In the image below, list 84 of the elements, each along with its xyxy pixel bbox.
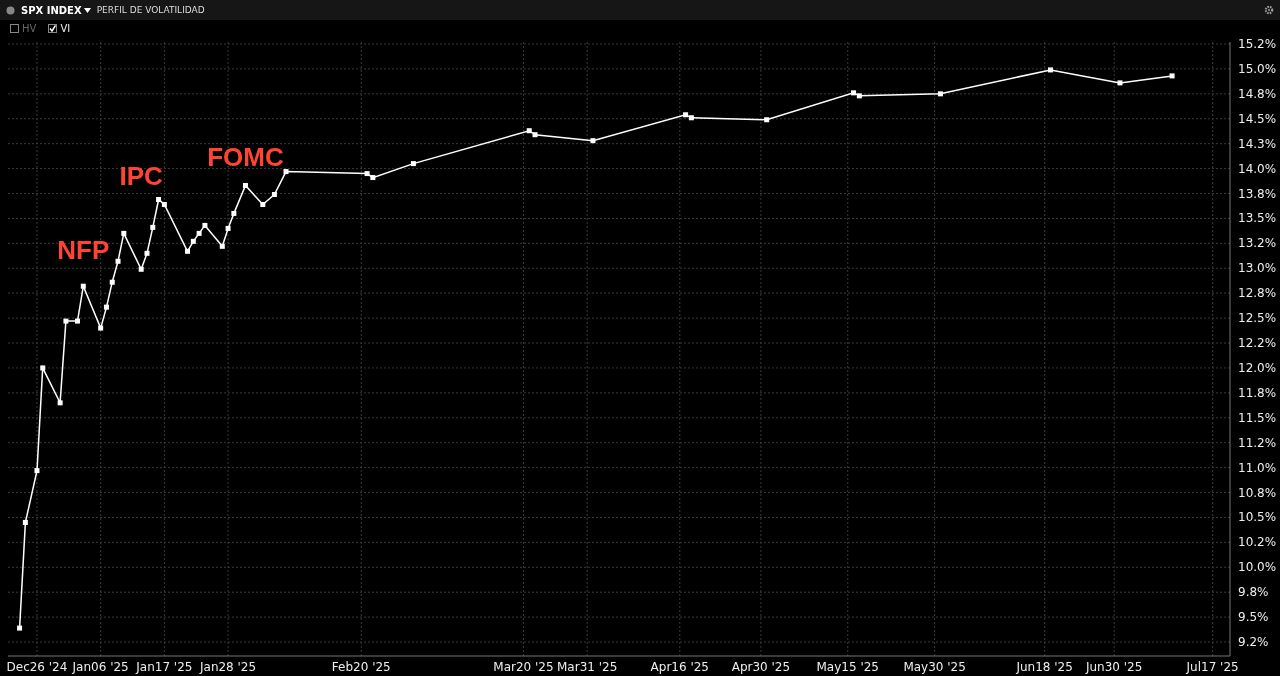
data-point: [185, 248, 191, 254]
y-axis-label: 10.0%: [1238, 560, 1277, 575]
data-point: [17, 625, 23, 631]
y-axis-label: 14.5%: [1238, 111, 1277, 126]
x-axis-label: Jul17 '25: [1186, 660, 1239, 674]
data-point: [196, 230, 202, 236]
y-axis-label: 10.2%: [1238, 535, 1277, 550]
y-axis-label: 14.0%: [1238, 161, 1277, 176]
series-checkbox[interactable]: VI: [48, 22, 71, 34]
data-point: [590, 138, 596, 144]
x-axis-label: Jun30 '25: [1085, 660, 1143, 674]
x-axis-label: Jan17 '25: [136, 660, 193, 674]
data-point: [121, 230, 127, 236]
y-axis-label: 14.3%: [1238, 136, 1277, 151]
y-axis-label: 12.8%: [1238, 286, 1277, 301]
y-axis-label: 9.8%: [1238, 585, 1269, 600]
data-point: [190, 238, 196, 244]
y-axis-label: 15.2%: [1238, 37, 1277, 51]
x-axis-label: Jan06 '25: [72, 660, 129, 674]
data-point: [260, 201, 266, 207]
x-axis-label: Mar31 '25: [557, 660, 618, 674]
data-point: [40, 365, 46, 371]
data-point: [75, 318, 80, 324]
check-icon: [49, 24, 57, 32]
series-checkbox[interactable]: HV: [10, 22, 37, 34]
event-annotation: NFP: [57, 235, 110, 266]
y-axis-label: 11.5%: [1238, 410, 1277, 425]
data-point: [103, 304, 109, 310]
y-axis-label: 10.8%: [1238, 485, 1277, 500]
settings-icon[interactable]: [1264, 5, 1274, 15]
data-point: [410, 161, 416, 167]
data-point: [764, 117, 770, 123]
data-point: [271, 192, 277, 197]
data-point: [283, 169, 289, 175]
data-point: [225, 225, 231, 231]
data-point: [242, 183, 248, 189]
x-axis-label: May30 '25: [903, 660, 966, 674]
data-point: [115, 258, 121, 264]
data-point: [202, 222, 208, 228]
y-axis-label: 13.2%: [1238, 236, 1277, 251]
security-selector[interactable]: SPX INDEX: [21, 4, 91, 16]
data-point: [1117, 80, 1123, 86]
data-point: [34, 468, 40, 474]
data-point: [144, 250, 150, 256]
data-point: [138, 266, 144, 272]
y-axis-label: 11.2%: [1238, 435, 1277, 450]
y-axis-label: 11.8%: [1238, 385, 1277, 400]
x-axis-label: Dec26 '24: [6, 660, 68, 674]
x-axis-label: Jan28 '25: [200, 660, 257, 674]
circle-icon[interactable]: [6, 5, 15, 15]
y-axis-label: 13.5%: [1238, 211, 1277, 226]
y-axis-label: 14.8%: [1238, 86, 1277, 101]
x-axis-label: Apr16 '25: [650, 660, 709, 674]
panel-title: PERFIL DE VOLATILIDAD: [96, 5, 205, 15]
data-point: [57, 400, 63, 406]
data-point: [22, 519, 28, 525]
x-axis-label: May15 '25: [816, 660, 879, 674]
data-point: [937, 91, 943, 97]
y-axis-label: 12.2%: [1238, 336, 1277, 350]
y-axis-label: 11.0%: [1238, 460, 1277, 475]
x-axis-label: Jun18 '25: [1016, 660, 1073, 674]
data-point: [219, 243, 225, 249]
data-point: [80, 283, 86, 289]
data-point: [98, 325, 104, 331]
y-axis-label: 13.0%: [1238, 261, 1277, 276]
event-annotation: FOMC: [207, 141, 284, 172]
y-axis-label: 12.0%: [1238, 360, 1277, 375]
caret-icon[interactable]: [83, 7, 91, 13]
y-axis-label: 13.8%: [1238, 186, 1277, 201]
data-point: [1169, 73, 1175, 79]
y-axis-label: 10.5%: [1238, 510, 1277, 525]
x-axis-label: Apr30 '25: [731, 660, 791, 674]
x-axis-label: Feb20 '25: [331, 660, 391, 674]
x-axis-label: Mar20 '25: [493, 660, 554, 674]
data-point: [109, 279, 115, 285]
data-point: [150, 224, 156, 230]
data-point: [1047, 67, 1053, 73]
y-axis-label: 9.5%: [1238, 610, 1269, 625]
y-axis-label: 9.2%: [1238, 635, 1269, 650]
event-annotation: IPC: [119, 160, 163, 191]
y-axis-label: 12.5%: [1238, 311, 1277, 326]
y-axis-label: 15.0%: [1238, 61, 1277, 76]
data-point: [231, 210, 237, 216]
data-point: [63, 318, 69, 324]
